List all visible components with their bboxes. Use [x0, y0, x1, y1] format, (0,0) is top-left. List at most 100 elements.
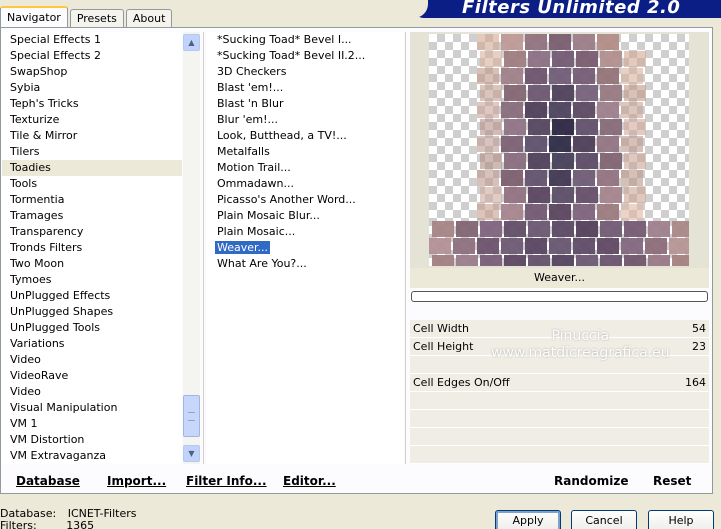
preview-tile: [624, 255, 646, 266]
preview-tile: [528, 119, 550, 135]
preview-tile: [600, 221, 622, 237]
filter-item[interactable]: Blast 'n Blur: [209, 96, 403, 112]
preview-tile: [477, 238, 499, 254]
status-area: Database: ICNET-Filters Filters: 1365: [0, 508, 136, 529]
filter-item[interactable]: Picasso's Another Word...: [209, 192, 403, 208]
category-item[interactable]: VM 1: [2, 416, 182, 432]
scroll-thumb[interactable]: [183, 395, 200, 437]
scroll-down-button[interactable]: ▼: [183, 445, 200, 462]
category-item[interactable]: UnPlugged Shapes: [2, 304, 182, 320]
preview-tile: [525, 204, 547, 220]
category-item[interactable]: UnPlugged Effects: [2, 288, 182, 304]
preview-tile: [621, 68, 643, 84]
parameter-slider[interactable]: Cell Edges On/Off 164: [410, 374, 709, 397]
category-item[interactable]: Tools: [2, 176, 182, 192]
bottom-toolbar: Database Import... Filter Info... Editor…: [1, 472, 712, 492]
parameter-slider[interactable]: Cell Width 54: [410, 320, 709, 343]
cancel-button[interactable]: Cancel: [571, 510, 637, 529]
tab-presets[interactable]: Presets: [69, 9, 124, 28]
category-item[interactable]: Tramages: [2, 208, 182, 224]
filter-item[interactable]: 3D Checkers: [209, 64, 403, 80]
category-item[interactable]: Special Effects 2: [2, 48, 182, 64]
preview-tile: [432, 255, 454, 266]
category-item[interactable]: Video: [2, 384, 182, 400]
filter-list[interactable]: *Sucking Toad* Bevel I... *Sucking Toad* …: [207, 32, 403, 464]
reset-button[interactable]: Reset: [653, 474, 691, 488]
preview-tile: [480, 51, 502, 67]
category-scrollbar[interactable]: ▲ ▼: [183, 32, 200, 464]
category-item[interactable]: VideoRave: [2, 368, 182, 384]
parameter-slot-empty: [410, 356, 709, 374]
filter-item[interactable]: Plain Mosaic Blur...: [209, 208, 403, 224]
filter-item[interactable]: Blast 'em!...: [209, 80, 403, 96]
filter-item[interactable]: What Are You?...: [209, 256, 403, 272]
preview-tile: [573, 238, 595, 254]
preview-tile: [504, 187, 526, 203]
preview-tile: [621, 170, 643, 186]
apply-button[interactable]: Apply: [495, 510, 561, 529]
filter-item[interactable]: Motion Trail...: [209, 160, 403, 176]
filter-info-link[interactable]: Filter Info...: [186, 474, 267, 488]
filter-item[interactable]: Look, Butthead, a TV!...: [209, 128, 403, 144]
filter-item[interactable]: Metalfalls: [209, 144, 403, 160]
category-item[interactable]: Transparency: [2, 224, 182, 240]
category-item[interactable]: Texturize: [2, 112, 182, 128]
preview-tile: [600, 119, 622, 135]
preview-tile: [525, 34, 547, 50]
category-item[interactable]: Tile & Mirror: [2, 128, 182, 144]
preview-tile: [480, 153, 502, 169]
category-item[interactable]: Video: [2, 352, 182, 368]
list-divider: [405, 32, 406, 464]
randomize-button[interactable]: Randomize: [554, 474, 628, 488]
filter-item-label: Plain Mosaic Blur...: [217, 209, 320, 222]
category-item[interactable]: Visual Manipulation: [2, 400, 182, 416]
category-item[interactable]: VM Extravaganza: [2, 448, 182, 464]
filter-item[interactable]: Weaver...: [209, 240, 403, 256]
preview-tile: [576, 85, 598, 101]
scroll-up-button[interactable]: ▲: [183, 34, 200, 51]
category-item[interactable]: Tymoes: [2, 272, 182, 288]
filters-count-label: Filters:: [0, 519, 37, 529]
category-item[interactable]: Variations: [2, 336, 182, 352]
editor-link[interactable]: Editor...: [283, 474, 336, 488]
filter-item[interactable]: *Sucking Toad* Bevel II.2...: [209, 48, 403, 64]
preview-tile: [528, 51, 550, 67]
preview-tile: [600, 153, 622, 169]
category-item[interactable]: Tilers: [2, 144, 182, 160]
tab-about[interactable]: About: [125, 9, 173, 28]
preview-tile: [528, 85, 550, 101]
category-item[interactable]: Special Effects 1: [2, 32, 182, 48]
preview-tile: [576, 187, 598, 203]
help-button[interactable]: Help: [648, 510, 714, 529]
category-list[interactable]: Special Effects 1 Special Effects 2 SwapSh…: [2, 32, 182, 464]
tab-navigator[interactable]: Navigator: [0, 6, 68, 28]
category-item[interactable]: UnPlugged Tools: [2, 320, 182, 336]
preview-tile: [501, 136, 523, 152]
database-link[interactable]: Database: [16, 474, 80, 488]
preview-tile: [624, 119, 646, 135]
filter-item[interactable]: Ommadawn...: [209, 176, 403, 192]
category-item[interactable]: SwapShop: [2, 64, 182, 80]
preview-tile: [600, 85, 622, 101]
category-item[interactable]: VM Distortion: [2, 432, 182, 448]
preview-tile: [528, 153, 550, 169]
import-link[interactable]: Import...: [107, 474, 166, 488]
category-item[interactable]: Tormentia: [2, 192, 182, 208]
category-item[interactable]: Teph's Tricks: [2, 96, 182, 112]
preview-tile: [648, 255, 670, 266]
preview-tile: [477, 170, 499, 186]
filter-item[interactable]: Plain Mosaic...: [209, 224, 403, 240]
category-item[interactable]: Toadies: [2, 160, 182, 176]
filter-item-label: *Sucking Toad* Bevel I...: [217, 33, 352, 46]
preview-tile: [480, 85, 502, 101]
preview-pane: [410, 32, 709, 268]
parameter-slider[interactable]: Cell Height 23: [410, 338, 709, 361]
category-item[interactable]: Two Moon: [2, 256, 182, 272]
preview-tile: [528, 187, 550, 203]
preview-tile: [504, 255, 526, 266]
category-item[interactable]: Sybia: [2, 80, 182, 96]
filter-item-label: Blast 'n Blur: [217, 97, 284, 110]
category-item[interactable]: Tronds Filters: [2, 240, 182, 256]
filter-item[interactable]: *Sucking Toad* Bevel I...: [209, 32, 403, 48]
filter-item[interactable]: Blur 'em!...: [209, 112, 403, 128]
